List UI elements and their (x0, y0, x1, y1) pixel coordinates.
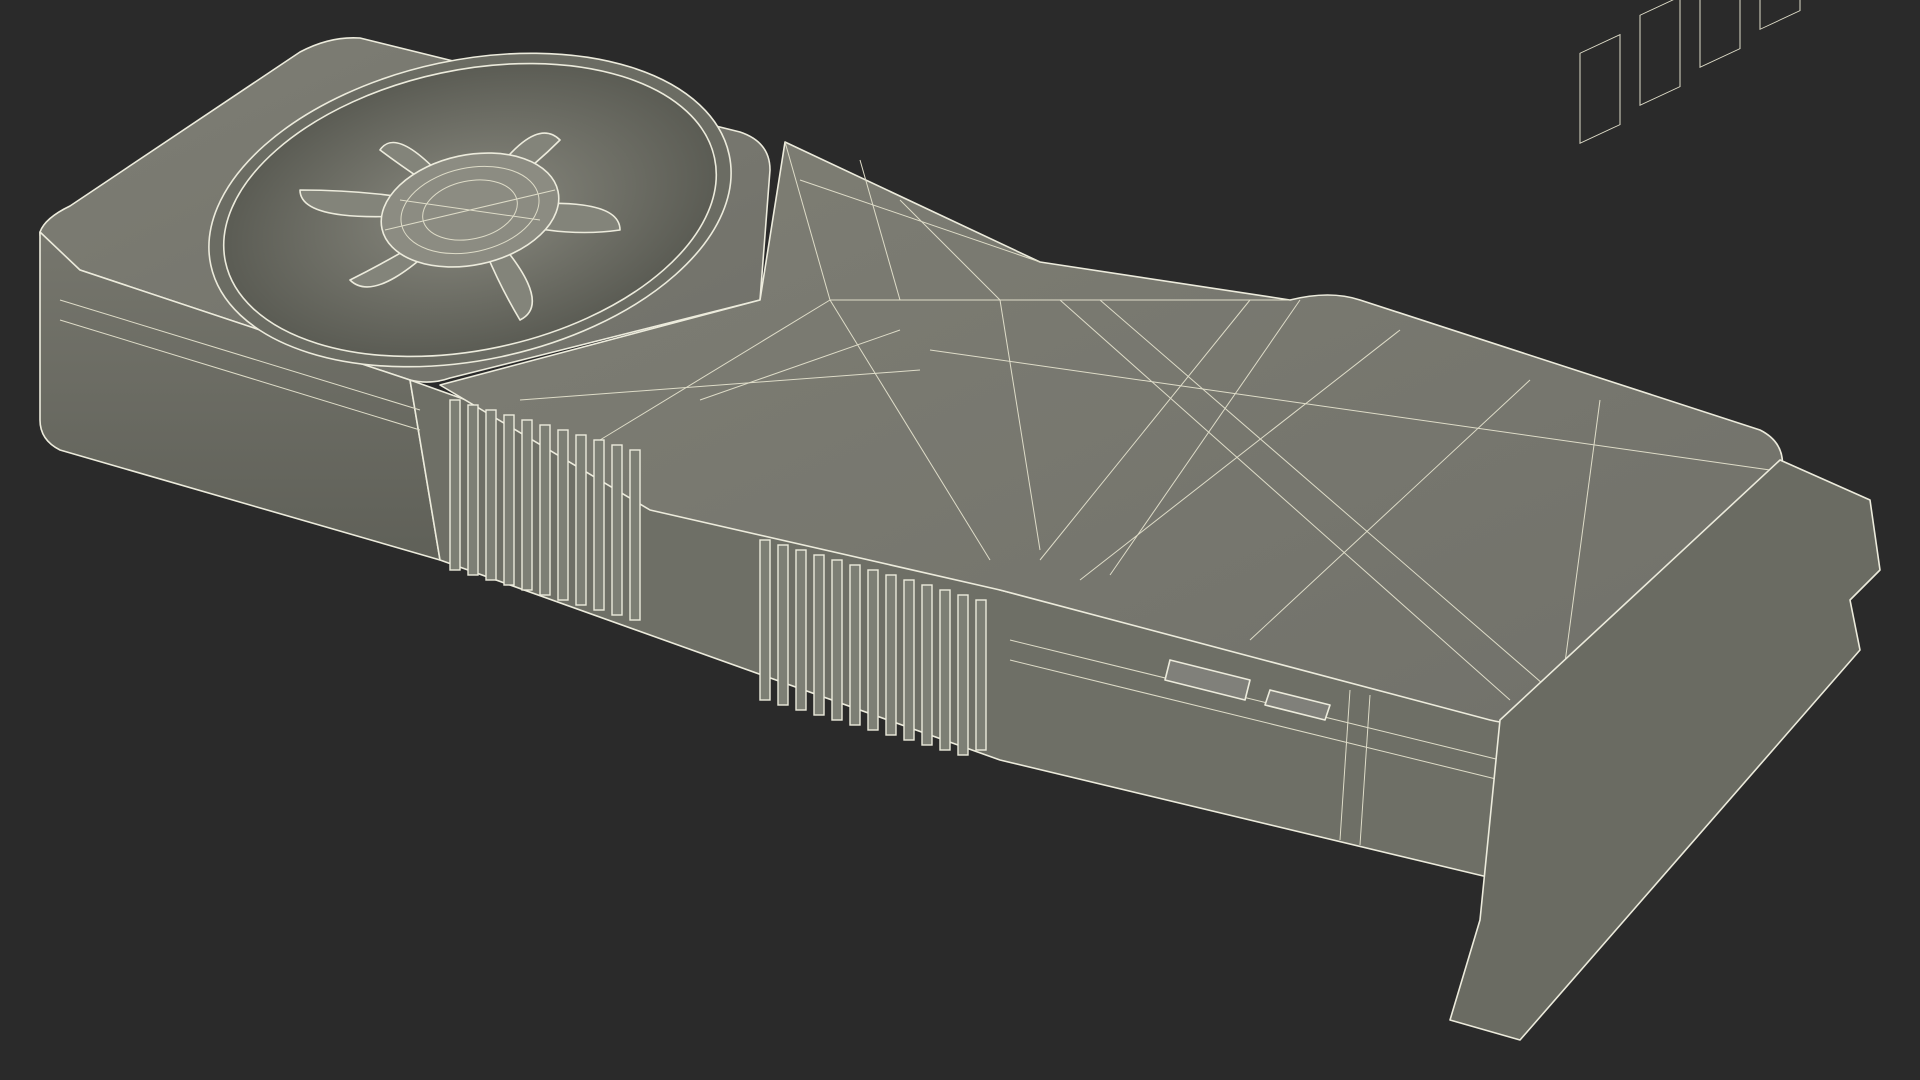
render-viewport (0, 0, 1920, 1080)
io-port-grilles (1579, 0, 1801, 144)
gpu-wireframe-render (39, 0, 1881, 1041)
